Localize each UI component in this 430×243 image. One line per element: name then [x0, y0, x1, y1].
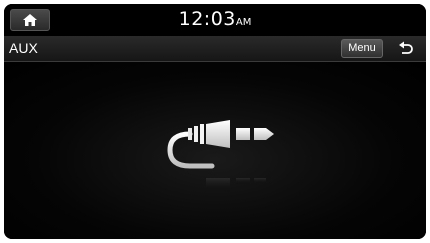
menu-button[interactable]: Menu [341, 39, 383, 58]
status-bar: 12:03AM [4, 4, 426, 36]
head-unit-screen: 12:03AM AUX Menu [4, 4, 426, 239]
clock-time: 12:03 [178, 8, 236, 30]
aux-jack-cable-icon [167, 120, 274, 192]
aux-content-area [4, 62, 426, 239]
title-bar: AUX Menu [4, 36, 426, 62]
source-title: AUX [9, 40, 38, 56]
clock: 12:03AM [4, 8, 426, 30]
clock-ampm: AM [235, 17, 252, 28]
back-button[interactable] [392, 38, 420, 59]
back-arrow-icon [399, 41, 413, 54]
